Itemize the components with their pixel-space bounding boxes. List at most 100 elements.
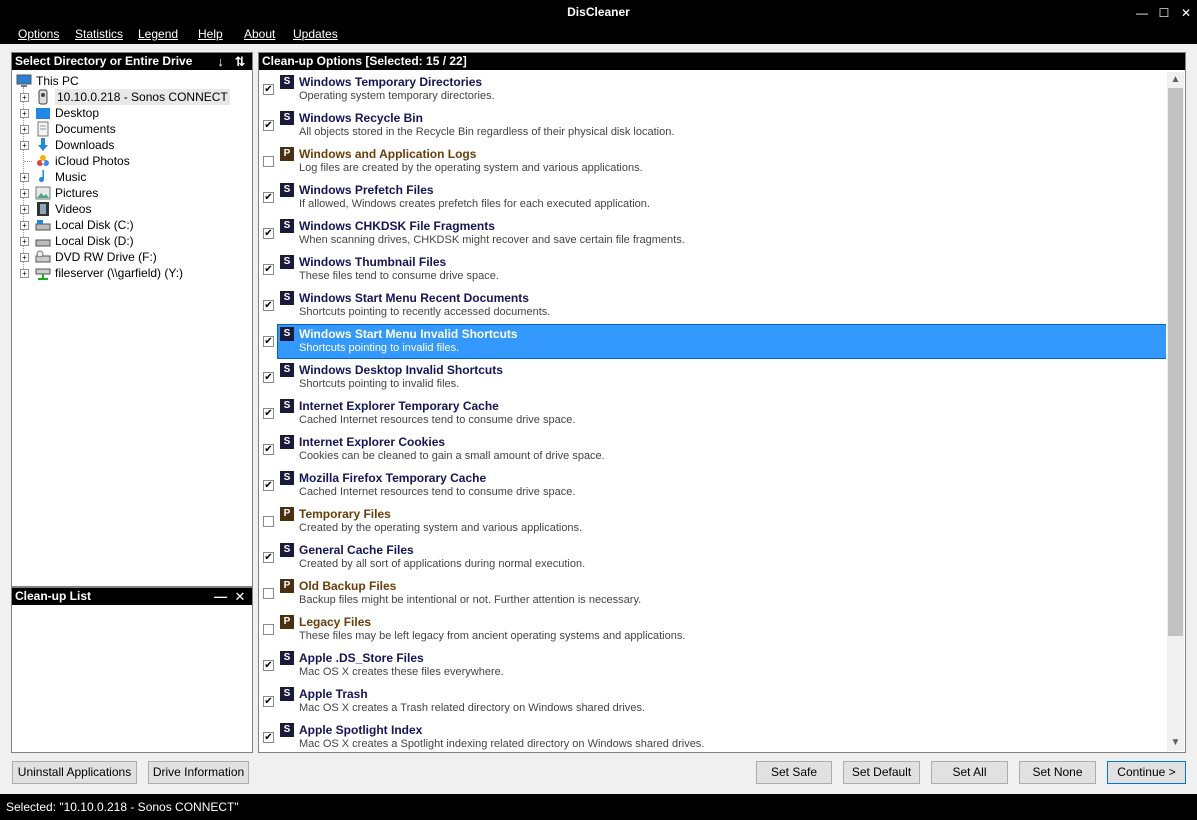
cleanup-option-row[interactable]: ✔ S Apple Trash Mac OS X creates a Trash re… [260, 684, 1166, 720]
potential-badge-icon: P [280, 615, 294, 629]
option-checkbox[interactable]: ✔ [263, 732, 274, 743]
cleanup-option-row[interactable]: ✔ S Windows Thumbnail Files These files ten… [260, 252, 1166, 288]
menu-statistics[interactable]: Statistics [75, 27, 123, 41]
option-checkbox[interactable] [263, 588, 274, 599]
option-checkbox[interactable]: ✔ [263, 84, 274, 95]
scroll-up-icon[interactable]: ▲ [1167, 72, 1184, 88]
option-description: Shortcuts pointing to invalid files. [299, 342, 460, 354]
cleanup-option-row[interactable]: ✔ S Windows Start Menu Recent Documents Sho… [260, 288, 1166, 324]
set-all-button[interactable]: Set All [931, 761, 1008, 784]
option-checkbox[interactable]: ✔ [263, 372, 274, 383]
option-checkbox[interactable] [263, 624, 274, 635]
expand-icon[interactable]: + [20, 269, 29, 278]
option-checkbox[interactable] [263, 516, 274, 527]
close-icon[interactable]: ✕ [1175, 3, 1197, 23]
option-title: Windows Recycle Bin [299, 111, 423, 125]
option-checkbox[interactable]: ✔ [263, 552, 274, 563]
expand-icon[interactable]: + [20, 253, 29, 262]
tree-label: Desktop [55, 106, 100, 120]
options-scrollbar[interactable]: ▲ ▼ [1167, 72, 1184, 751]
hard-drive-icon [35, 220, 51, 231]
cleanup-option-row[interactable]: ✔ S Windows CHKDSK File Fragments When scan… [260, 216, 1166, 252]
option-checkbox[interactable]: ✔ [263, 228, 274, 239]
drive-information-button[interactable]: Drive Information [148, 761, 249, 784]
close-panel-icon[interactable]: ✕ [232, 588, 248, 605]
scrollbar-thumb[interactable] [1168, 88, 1183, 636]
option-description: Created by all sort of applications duri… [299, 558, 586, 570]
scroll-down-icon[interactable]: ▼ [1167, 735, 1184, 751]
cleanup-option-row[interactable]: P Windows and Application Logs Log files a… [260, 144, 1166, 180]
title-bar: DisCleaner — ☐ ✕ [0, 0, 1197, 26]
film-icon [37, 202, 49, 216]
arrow-down-icon[interactable]: ↓ [213, 53, 229, 70]
set-none-button[interactable]: Set None [1019, 761, 1096, 784]
cleanup-option-row[interactable]: ✔ S Windows Temporary Directories Operating… [260, 72, 1166, 108]
expand-icon[interactable]: + [20, 189, 29, 198]
directory-panel-header: Select Directory or Entire Drive ↓ ⇅ [12, 53, 252, 70]
option-title: Windows Desktop Invalid Shortcuts [299, 363, 503, 377]
option-checkbox[interactable]: ✔ [263, 300, 274, 311]
option-description: Shortcuts pointing to invalid files. [299, 378, 460, 390]
status-bar: Selected: "10.10.0.218 - Sonos CONNECT" [0, 794, 1197, 820]
option-checkbox[interactable]: ✔ [263, 120, 274, 131]
expand-icon[interactable]: + [20, 173, 29, 182]
tree-label: Local Disk (D:) [55, 234, 134, 248]
system-badge-icon: S [280, 723, 294, 737]
directory-panel: Select Directory or Entire Drive ↓ ⇅ Thi… [11, 52, 253, 587]
option-checkbox[interactable]: ✔ [263, 696, 274, 707]
menu-help[interactable]: Help [198, 27, 223, 41]
menu-legend[interactable]: Legend [138, 27, 178, 41]
cleanup-option-row[interactable]: ✔ S Windows Start Menu Invalid Shortcuts Sh… [260, 324, 1166, 360]
sort-arrows-icon[interactable]: ⇅ [232, 53, 248, 70]
option-title: Temporary Files [299, 507, 391, 521]
expand-icon[interactable]: + [20, 109, 29, 118]
cleanup-option-row[interactable]: P Old Backup Files Backup files might be i… [260, 576, 1166, 612]
minimize-panel-icon[interactable]: — [213, 588, 229, 605]
cleanup-option-row[interactable]: ✔ S Apple .DS_Store Files Mac OS X creates … [260, 648, 1166, 684]
system-badge-icon: S [280, 543, 294, 557]
option-title: Windows Temporary Directories [299, 75, 483, 89]
expand-icon[interactable]: + [20, 205, 29, 214]
cleanup-option-row[interactable]: ✔ S Windows Recycle Bin All objects stored … [260, 108, 1166, 144]
option-checkbox[interactable]: ✔ [263, 660, 274, 671]
expand-icon[interactable]: + [20, 125, 29, 134]
set-safe-button[interactable]: Set Safe [756, 761, 832, 784]
cleanup-option-row[interactable]: ✔ S Mozilla Firefox Temporary Cache Cached … [260, 468, 1166, 504]
set-default-button[interactable]: Set Default [843, 761, 920, 784]
cleanup-option-row[interactable]: P Temporary Files Created by the operating… [260, 504, 1166, 540]
option-checkbox[interactable]: ✔ [263, 408, 274, 419]
option-title: General Cache Files [299, 543, 414, 557]
expand-icon[interactable]: + [20, 221, 29, 230]
maximize-icon[interactable]: ☐ [1153, 3, 1175, 23]
option-checkbox[interactable]: ✔ [263, 444, 274, 455]
cleanup-option-row[interactable]: ✔ S Internet Explorer Cookies Cookies can b… [260, 432, 1166, 468]
option-description: When scanning drives, CHKDSK might recov… [299, 234, 685, 246]
cleanup-option-row[interactable]: ✔ S General Cache Files Created by all sort… [260, 540, 1166, 576]
options-panel-header: Clean-up Options [Selected: 15 / 22] [259, 53, 1185, 70]
computer-icon [16, 74, 32, 87]
cleanup-option-row[interactable]: ✔ S Apple Spotlight Index Mac OS X creates … [260, 720, 1166, 751]
option-checkbox[interactable]: ✔ [263, 336, 274, 347]
minimize-icon[interactable]: — [1131, 3, 1153, 23]
expand-icon[interactable]: + [20, 93, 29, 102]
tree-label: Pictures [55, 186, 99, 200]
menu-options[interactable]: Options [18, 27, 59, 41]
option-title: Apple Trash [299, 687, 368, 701]
option-checkbox[interactable]: ✔ [263, 192, 274, 203]
cleanup-option-row[interactable]: ✔ S Internet Explorer Temporary Cache Cache… [260, 396, 1166, 432]
menu-updates[interactable]: Updates [293, 27, 338, 41]
option-title: Internet Explorer Cookies [299, 435, 446, 449]
continue-button[interactable]: Continue > [1107, 761, 1186, 784]
cleanup-option-row[interactable]: ✔ S Windows Prefetch Files If allowed, Wind… [260, 180, 1166, 216]
menu-about[interactable]: About [244, 27, 275, 41]
option-title: Old Backup Files [299, 579, 397, 593]
options-list: ✔ S Windows Temporary Directories Operating… [260, 72, 1166, 751]
expand-icon[interactable]: + [20, 141, 29, 150]
option-checkbox[interactable]: ✔ [263, 480, 274, 491]
option-checkbox[interactable] [263, 156, 274, 167]
cleanup-option-row[interactable]: ✔ S Windows Desktop Invalid Shortcuts Short… [260, 360, 1166, 396]
cleanup-option-row[interactable]: P Legacy Files These files may be left leg… [260, 612, 1166, 648]
expand-icon[interactable]: + [20, 237, 29, 246]
uninstall-applications-button[interactable]: Uninstall Applications [12, 761, 137, 784]
option-checkbox[interactable]: ✔ [263, 264, 274, 275]
